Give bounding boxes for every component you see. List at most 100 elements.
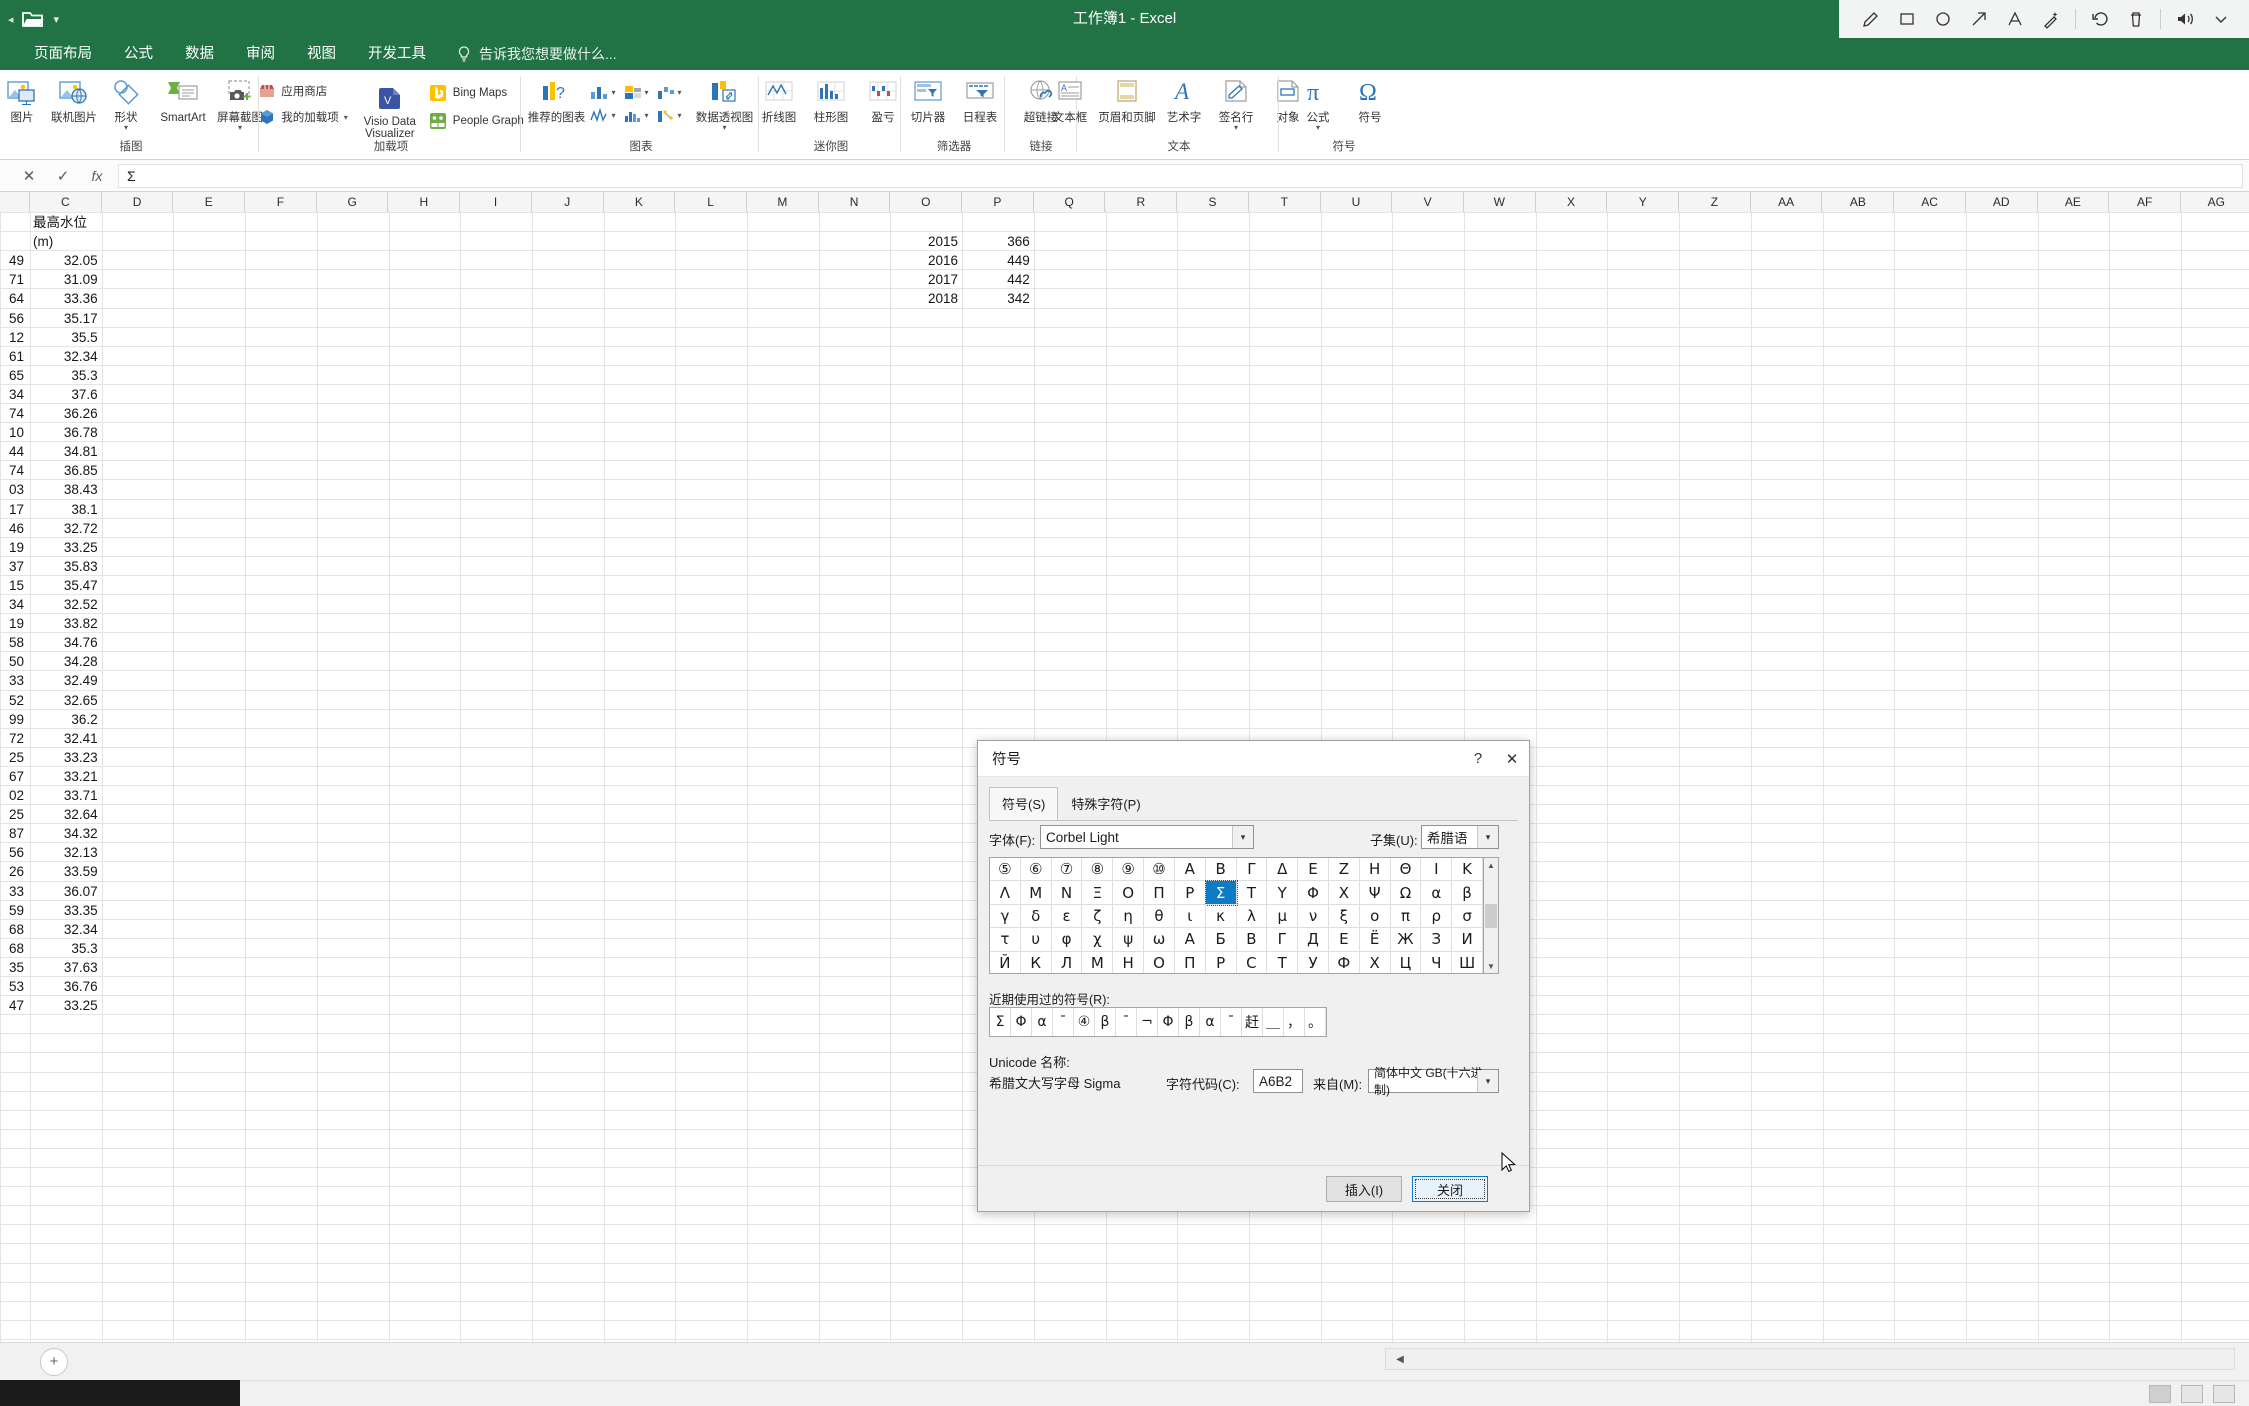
symbol-cell[interactable]: В: [1236, 928, 1268, 952]
symbol-cell[interactable]: Ё: [1359, 928, 1391, 952]
symbol-cell[interactable]: β: [1452, 881, 1483, 905]
recent-symbol-cell[interactable]: 。: [1305, 1008, 1326, 1036]
grid-cell[interactable]: 36.07: [30, 882, 102, 901]
grid-cell[interactable]: 38.1: [30, 500, 102, 519]
grid-cell[interactable]: 19: [0, 538, 28, 557]
sparkline-line-button[interactable]: 折线图: [753, 74, 805, 124]
signature-chevron-icon[interactable]: ▾: [1234, 124, 1238, 132]
recent-symbol-cell[interactable]: Σ: [990, 1008, 1011, 1036]
grid-cell[interactable]: 35.3: [30, 939, 102, 958]
ribbon-tab-page-layout[interactable]: 页面布局: [18, 38, 108, 70]
grid-cell[interactable]: 99: [0, 710, 28, 729]
recent-symbol-cell[interactable]: ，: [1284, 1008, 1305, 1036]
symbol-cell[interactable]: Ο: [1113, 881, 1145, 905]
recent-symbol-cell[interactable]: β: [1179, 1008, 1200, 1036]
grid-cell[interactable]: 32.34: [30, 347, 102, 366]
grid-cell[interactable]: 36.26: [30, 404, 102, 423]
charcode-input[interactable]: A6B2: [1253, 1069, 1303, 1093]
recent-symbol-cell[interactable]: Φ: [1011, 1008, 1032, 1036]
symbol-cell[interactable]: ο: [1359, 904, 1391, 929]
grid-cell[interactable]: 02: [0, 786, 28, 805]
recent-symbols-box[interactable]: Σ Φα ˉ ④ β ˉ ¬ Φβ α ˉ 赶 ＿，。: [989, 1007, 1327, 1037]
grid-cell[interactable]: 33.21: [30, 767, 102, 786]
grid-cell[interactable]: 33: [0, 882, 28, 901]
grid-cell[interactable]: 32.72: [30, 519, 102, 538]
symbol-cell[interactable]: М: [1082, 951, 1114, 973]
undo-icon[interactable]: [2082, 0, 2118, 38]
symbol-cell[interactable]: ⑥: [1020, 858, 1052, 882]
hierarchy-chart-chevron-icon[interactable]: ▾: [645, 88, 649, 96]
symbol-cell[interactable]: Π: [1144, 881, 1175, 905]
waterfall-chart-button[interactable]: ▾: [653, 82, 684, 102]
grid-cell[interactable]: 56: [0, 843, 28, 862]
recent-symbol-cell[interactable]: 赶: [1242, 1008, 1263, 1036]
pen-icon[interactable]: [1853, 0, 1889, 38]
ribbon-tab-developer[interactable]: 开发工具: [352, 38, 442, 70]
symbol-cell[interactable]: ⑤: [990, 858, 1021, 882]
check-icon[interactable]: ✓: [46, 163, 80, 189]
scroll-up-icon[interactable]: ▲: [1484, 858, 1498, 872]
tell-me-box[interactable]: 告诉我您想要做什么...: [456, 44, 617, 64]
grid-cell[interactable]: 33.25: [30, 996, 102, 1015]
grid-cell[interactable]: 36.85: [30, 461, 102, 480]
symbol-grid[interactable]: ⑤⑥⑦⑧⑨⑩ΑΒΓΔΕΖΗΘΙΚΛΜΝΞΟΠΡΣΤΥΦΧΨΩαβγδεζηθικ…: [989, 857, 1484, 974]
grid-cell[interactable]: 61: [0, 347, 28, 366]
symbol-cell[interactable]: Б: [1205, 928, 1237, 952]
grid-cell[interactable]: 37.6: [30, 385, 102, 404]
grid-cell[interactable]: 342: [962, 289, 1034, 308]
column-header-h[interactable]: H: [388, 192, 461, 212]
formula-input[interactable]: Σ: [118, 163, 2243, 188]
pivot-chart-chevron-icon[interactable]: ▾: [723, 124, 727, 132]
symbol-cell[interactable]: ι: [1174, 904, 1206, 929]
grid-cell[interactable]: 36.76: [30, 977, 102, 996]
symbol-cell[interactable]: ⑨: [1113, 858, 1145, 882]
symbol-cell[interactable]: Ц: [1391, 951, 1422, 973]
grid-cell[interactable]: 2017: [890, 270, 962, 289]
symbol-cell[interactable]: σ: [1452, 904, 1483, 929]
symbol-cell[interactable]: λ: [1236, 904, 1268, 929]
grid-cell[interactable]: 33: [0, 671, 28, 690]
column-header-r[interactable]: R: [1105, 192, 1178, 212]
grid-cell[interactable]: 34.81: [30, 442, 102, 461]
symbol-cell[interactable]: Χ: [1328, 881, 1360, 905]
page-layout-view-icon[interactable]: [2181, 1384, 2203, 1403]
qat-dropdown-icon[interactable]: ▾: [54, 13, 60, 26]
symbol-cell[interactable]: φ: [1051, 928, 1083, 952]
grid-cell[interactable]: 449: [962, 251, 1034, 270]
symbol-cell[interactable]: α: [1421, 881, 1453, 905]
recent-symbol-cell[interactable]: ˉ: [1053, 1008, 1074, 1036]
grid-cell[interactable]: 32.41: [30, 729, 102, 748]
waterfall-chart-chevron-icon[interactable]: ▾: [678, 88, 682, 96]
grid-cell[interactable]: 35.17: [30, 309, 102, 328]
insert-picture-button[interactable]: 图片: [0, 74, 48, 124]
grid-cell[interactable]: 68: [0, 939, 28, 958]
pivot-chart-button[interactable]: 数据透视图 ▾: [694, 74, 756, 132]
store-button[interactable]: 应用商店: [255, 80, 351, 102]
column-header-v[interactable]: V: [1392, 192, 1464, 212]
column-header-g[interactable]: G: [316, 192, 389, 212]
symbol-cell[interactable]: Φ: [1298, 881, 1329, 905]
statistic-chart-button[interactable]: ▾: [620, 105, 651, 125]
grid-cell[interactable]: 67: [0, 767, 28, 786]
grid-cell[interactable]: 32.34: [30, 920, 102, 939]
grid-cell[interactable]: 15: [0, 576, 28, 595]
grid-cell[interactable]: 32.65: [30, 691, 102, 710]
symbol-cell[interactable]: Δ: [1267, 858, 1299, 882]
symbol-cell[interactable]: κ: [1205, 904, 1237, 929]
symbol-cell[interactable]: ⑧: [1082, 858, 1114, 882]
column-header-j[interactable]: J: [531, 192, 604, 212]
visio-data-visualizer-button[interactable]: V Visio Data Visualizer: [361, 80, 419, 140]
grid-cell[interactable]: 74: [0, 461, 28, 480]
symbol-cell[interactable]: К: [1021, 951, 1052, 973]
grid-cell[interactable]: 33.71: [30, 786, 102, 805]
folder-open-icon[interactable]: [20, 8, 46, 30]
equation-button[interactable]: π 公式 ▾: [1292, 74, 1344, 132]
grid-cell[interactable]: 49: [0, 251, 28, 270]
recommended-charts-button[interactable]: ? 推荐的图表: [526, 74, 586, 124]
grid-cell[interactable]: 34: [0, 595, 28, 614]
grid-cell[interactable]: 71: [0, 270, 28, 289]
column-header-u[interactable]: U: [1320, 192, 1393, 212]
column-header-c[interactable]: C: [30, 192, 102, 212]
font-chevron-down-icon[interactable]: ▾: [1232, 826, 1253, 848]
grid-cell[interactable]: 2016: [890, 251, 962, 270]
